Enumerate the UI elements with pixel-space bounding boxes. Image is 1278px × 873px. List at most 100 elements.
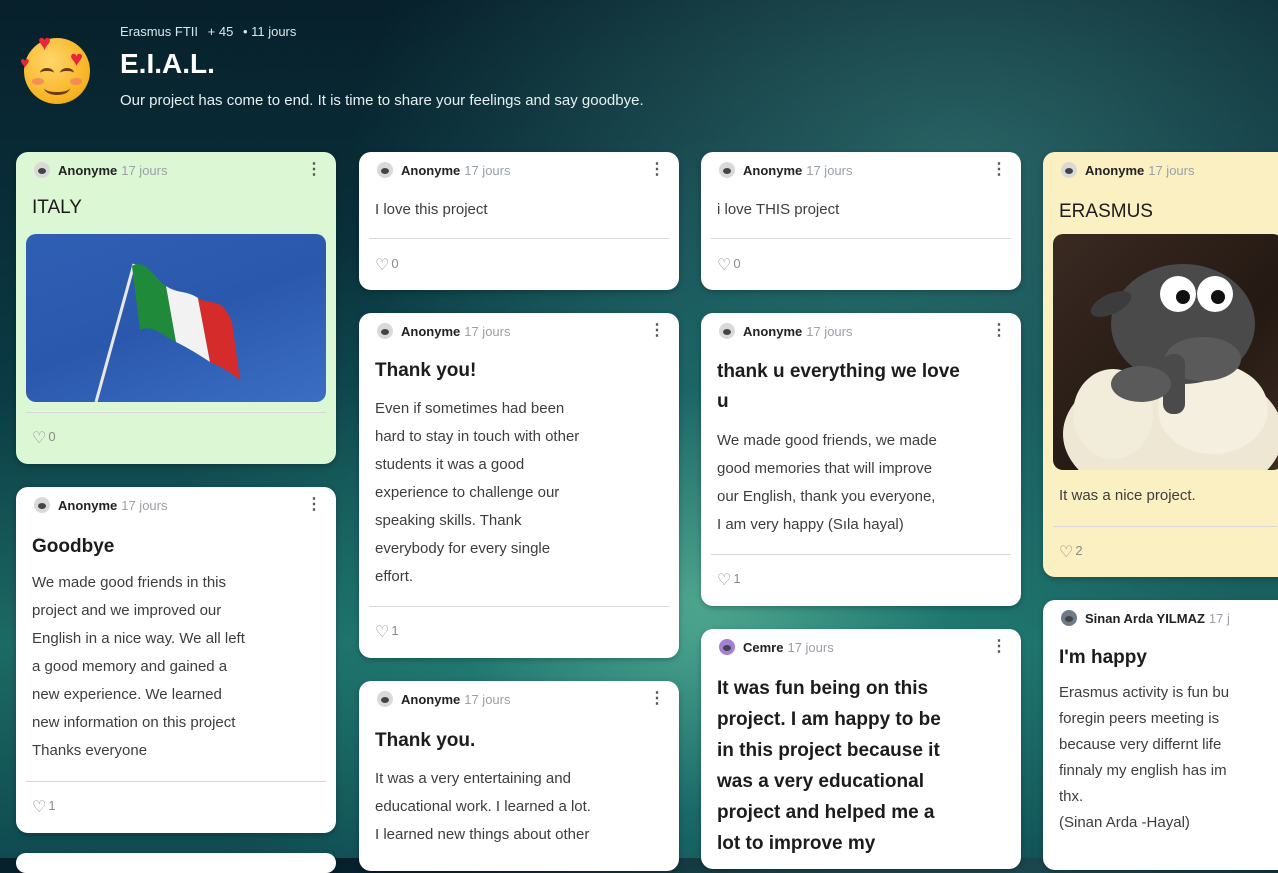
heart-outline-icon: ♡ xyxy=(375,257,390,274)
post-author[interactable]: Anonyme xyxy=(401,163,460,178)
post-header: Anonyme 17 jours ⋮ xyxy=(377,162,665,184)
italy-flag-image[interactable] xyxy=(26,234,326,402)
board-header: ♥ ♥ ♥ Erasmus FTII + 45 • 11 jours E.I.A… xyxy=(20,14,1264,134)
post-body: i love THIS project xyxy=(717,201,840,218)
post-author[interactable]: Anonyme xyxy=(743,324,802,339)
post-author[interactable]: Anonyme xyxy=(401,692,460,707)
post-author[interactable]: Anonyme xyxy=(401,324,460,339)
post-title: ITALY xyxy=(32,197,82,218)
board-author[interactable]: Erasmus FTII xyxy=(120,24,198,39)
post-header: Anonyme 17 jours xyxy=(1061,162,1278,184)
post-header: Anonyme 17 jours ⋮ xyxy=(719,323,1007,345)
post-time: 17 jours xyxy=(464,163,511,178)
post-body: I love this project xyxy=(375,201,488,218)
board-contributors[interactable]: + 45 xyxy=(208,24,234,39)
like-count: 1 xyxy=(733,571,741,586)
shaun-the-sheep-gif[interactable] xyxy=(1053,234,1278,470)
like-count: 1 xyxy=(48,798,56,813)
post-author[interactable]: Sinan Arda YILMAZ xyxy=(1085,611,1205,626)
post-card-thank-you-2[interactable]: Anonyme 17 jours ⋮ Thank you. It was a ve… xyxy=(359,681,679,871)
like-count: 0 xyxy=(733,256,741,271)
more-options-icon[interactable]: ⋮ xyxy=(306,497,322,513)
heart-outline-icon: ♡ xyxy=(717,572,732,589)
post-author[interactable]: Anonyme xyxy=(58,163,117,178)
post-title: Goodbye xyxy=(32,536,115,557)
more-options-icon[interactable]: ⋮ xyxy=(991,639,1007,655)
post-time: 17 jours xyxy=(121,498,168,513)
more-options-icon[interactable]: ⋮ xyxy=(991,323,1007,339)
like-button[interactable]: ♡ 1 xyxy=(717,570,741,590)
post-body: We made good friends, we made good memori… xyxy=(717,432,937,533)
heart-icon: ♥ xyxy=(20,55,30,72)
post-header: Anonyme 17 jours ⋮ xyxy=(34,162,322,184)
post-card-love-2[interactable]: Anonyme 17 jours ⋮ i love THIS project ♡ 0 xyxy=(701,152,1021,290)
post-time: 17 jours xyxy=(787,640,834,655)
post-body: We made good friends in this project and … xyxy=(32,574,245,759)
avatar xyxy=(719,162,735,178)
post-author[interactable]: Cemre xyxy=(743,640,783,655)
avatar xyxy=(1061,610,1077,626)
heart-outline-icon: ♡ xyxy=(717,257,732,274)
more-options-icon[interactable]: ⋮ xyxy=(649,162,665,178)
avatar xyxy=(377,691,393,707)
avatar xyxy=(377,323,393,339)
post-card-thank-you[interactable]: Anonyme 17 jours ⋮ Thank you! Even if som… xyxy=(359,313,679,658)
post-card-thank-u[interactable]: Anonyme 17 jours ⋮ thank u everything we … xyxy=(701,313,1021,606)
post-card-love-1[interactable]: Anonyme 17 jours ⋮ I love this project ♡ 0 xyxy=(359,152,679,290)
post-card-erasmus[interactable]: Anonyme 17 jours ERASMUS It was a nice pr… xyxy=(1043,152,1278,577)
heart-icon: ♥ xyxy=(70,46,84,71)
post-body: It was a nice project. xyxy=(1059,487,1196,504)
post-card-sinan[interactable]: Sinan Arda YILMAZ 17 j I'm happy Erasmus … xyxy=(1043,600,1278,870)
board-meta: Erasmus FTII + 45 • 11 jours xyxy=(120,24,302,39)
post-time: 17 jours xyxy=(1148,163,1195,178)
heart-icon: ♥ xyxy=(38,30,52,55)
like-count: 0 xyxy=(48,429,56,444)
heart-outline-icon: ♡ xyxy=(32,799,47,816)
more-options-icon[interactable]: ⋮ xyxy=(649,323,665,339)
post-header: Anonyme 17 jours ⋮ xyxy=(34,497,322,519)
post-header: Cemre 17 jours ⋮ xyxy=(719,639,1007,661)
board-title: E.I.A.L. xyxy=(120,48,215,79)
board-description: Our project has come to end. It is time … xyxy=(120,92,644,109)
post-body: Even if sometimes had been hard to stay i… xyxy=(375,400,580,585)
heart-outline-icon: ♡ xyxy=(1059,544,1074,561)
post-body: It was a very entertaining and educationa… xyxy=(375,770,591,843)
like-button[interactable]: ♡ 0 xyxy=(32,428,56,448)
like-button[interactable]: ♡ 0 xyxy=(375,255,399,275)
more-options-icon[interactable]: ⋮ xyxy=(306,162,322,178)
post-author[interactable]: Anonyme xyxy=(743,163,802,178)
like-button[interactable]: ♡ 1 xyxy=(32,797,56,817)
heart-outline-icon: ♡ xyxy=(375,624,390,641)
like-count: 0 xyxy=(391,256,399,271)
post-body: Erasmus activity is fun bu foregin peers … xyxy=(1059,684,1230,831)
post-title: thank u everything we love u xyxy=(717,361,960,412)
post-title: I'm happy xyxy=(1059,647,1147,668)
post-author[interactable]: Anonyme xyxy=(1085,163,1144,178)
post-card-italy[interactable]: Anonyme 17 jours ⋮ ITALY ♡ 0 xyxy=(16,152,336,464)
avatar xyxy=(377,162,393,178)
avatar xyxy=(34,497,50,513)
post-author[interactable]: Anonyme xyxy=(58,498,117,513)
like-button[interactable]: ♡ 0 xyxy=(717,255,741,275)
post-header: Anonyme 17 jours ⋮ xyxy=(719,162,1007,184)
avatar xyxy=(719,323,735,339)
post-time: 17 jours xyxy=(121,163,168,178)
post-card-partial[interactable] xyxy=(16,853,336,873)
like-button[interactable]: ♡ 1 xyxy=(375,622,399,642)
like-count: 2 xyxy=(1075,543,1083,558)
avatar xyxy=(34,162,50,178)
more-options-icon[interactable]: ⋮ xyxy=(991,162,1007,178)
post-time: 17 jours xyxy=(806,324,853,339)
like-button[interactable]: ♡ 2 xyxy=(1059,542,1083,562)
post-card-goodbye[interactable]: Anonyme 17 jours ⋮ Goodbye We made good f… xyxy=(16,487,336,833)
smiling-face-with-hearts-icon: ♥ ♥ ♥ xyxy=(20,32,90,104)
post-header: Anonyme 17 jours ⋮ xyxy=(377,323,665,345)
post-time: 17 jours xyxy=(464,324,511,339)
like-count: 1 xyxy=(391,623,399,638)
post-body: It was fun being on this project. I am ha… xyxy=(717,678,941,854)
post-time: 17 j xyxy=(1208,611,1230,626)
post-card-cemre[interactable]: Cemre 17 jours ⋮ It was fun being on this… xyxy=(701,629,1021,869)
post-header: Anonyme 17 jours ⋮ xyxy=(377,691,665,713)
post-time: 17 jours xyxy=(806,163,853,178)
more-options-icon[interactable]: ⋮ xyxy=(649,691,665,707)
